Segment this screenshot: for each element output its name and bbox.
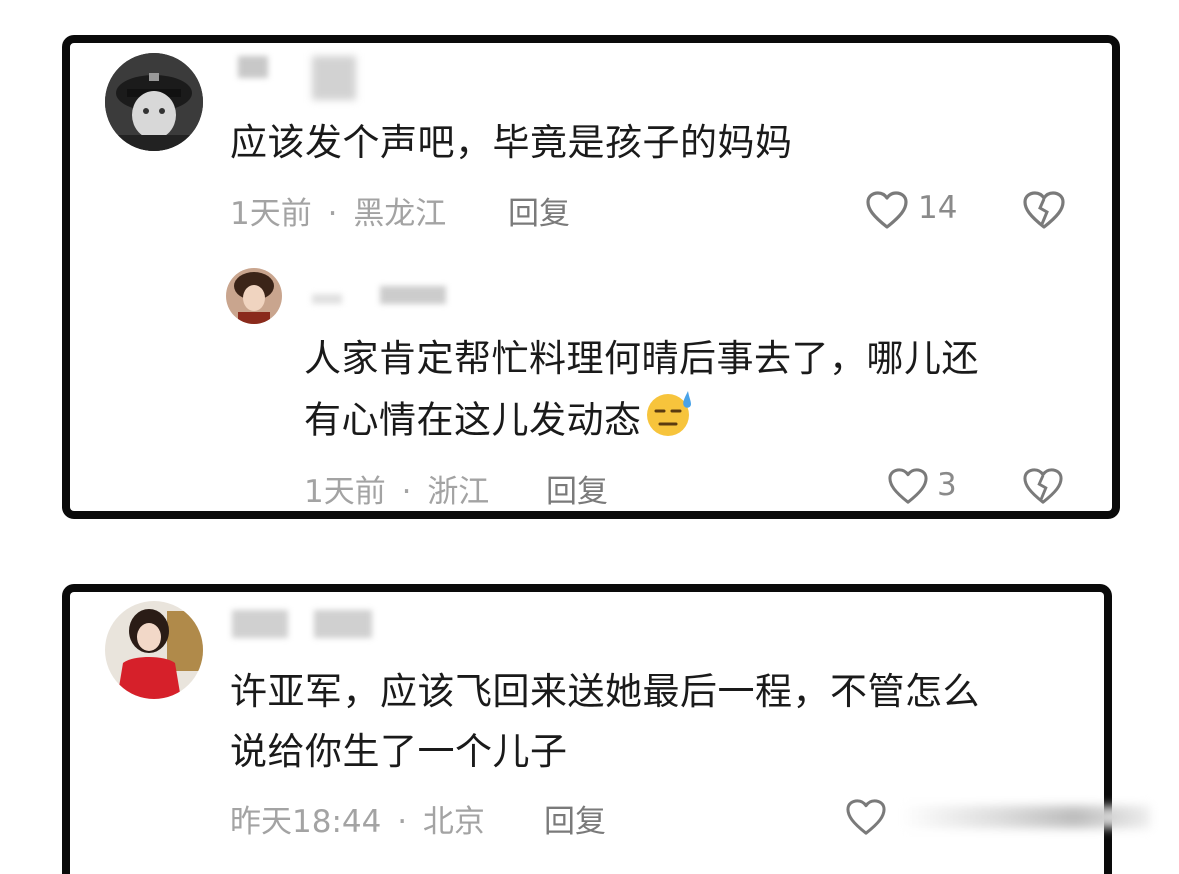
like-count: 3: [937, 467, 957, 503]
sweat-smile-emoji: [644, 389, 696, 455]
username-blurred: [312, 56, 356, 100]
meta-separator: ·: [327, 196, 338, 232]
meta-separator: ·: [401, 474, 412, 510]
broken-heart-icon[interactable]: [1022, 190, 1066, 234]
comment-meta: 1天前 · 黑龙江: [230, 188, 446, 233]
comment-location: 北京: [422, 804, 485, 840]
heart-outline-icon[interactable]: [887, 467, 929, 509]
like-count: 14: [918, 190, 958, 226]
reply-button[interactable]: 回复: [544, 796, 606, 841]
comment-time: 1天前: [304, 474, 386, 510]
comment-location: 黑龙江: [353, 196, 447, 232]
meta-separator: ·: [397, 804, 408, 840]
username-blurred: [232, 610, 288, 638]
broken-heart-icon[interactable]: [1022, 467, 1064, 509]
comment-text-line2: 说给你生了一个儿子: [230, 730, 568, 773]
avatar[interactable]: [105, 53, 203, 151]
username-blurred: [312, 294, 342, 304]
reply-button[interactable]: 回复: [508, 188, 570, 233]
comment-time: 昨天18:44: [230, 804, 382, 840]
heart-outline-icon[interactable]: [845, 798, 887, 840]
reply-text-line1: 人家肯定帮忙料理何晴后事去了，哪儿还: [304, 337, 979, 380]
watermark-blurred: [900, 806, 1150, 828]
username-blurred: [380, 286, 446, 304]
avatar[interactable]: [226, 268, 282, 324]
comment-time: 1天前: [230, 196, 312, 232]
comment-text-line1: 许亚军，应该飞回来送她最后一程，不管怎么: [230, 670, 980, 713]
comment-text: 应该发个声吧，毕竟是孩子的妈妈: [230, 121, 793, 164]
reply-text-line2: 有心情在这儿发动态: [304, 389, 696, 455]
heart-outline-icon[interactable]: [865, 190, 909, 234]
username-blurred: [314, 610, 372, 638]
comment-meta: 昨天18:44 · 北京: [230, 796, 485, 841]
username-blurred: [238, 56, 268, 78]
reply-meta: 1天前 · 浙江: [304, 466, 489, 511]
avatar[interactable]: [105, 601, 203, 699]
reply-button[interactable]: 回复: [546, 466, 608, 511]
comment-location: 浙江: [427, 474, 490, 510]
